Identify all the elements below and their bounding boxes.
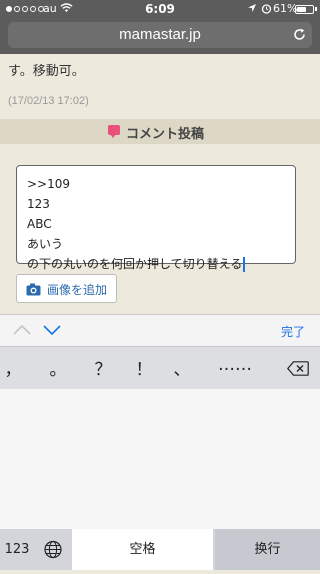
space-key[interactable]: 空格	[72, 529, 213, 570]
status-bar: au 6:09 61%	[0, 0, 320, 19]
add-image-button[interactable]: 画像を追加	[16, 274, 117, 303]
browser-chrome: au 6:09 61% mamastar.jp	[0, 0, 320, 54]
numbers-key[interactable]: 123	[0, 529, 34, 570]
candidate-area	[0, 389, 320, 525]
symbol-key[interactable]: ……	[210, 355, 260, 375]
textarea-line: あいう	[27, 237, 64, 251]
post-timestamp: (17/02/13 17:02)	[8, 95, 89, 107]
battery-nub	[315, 7, 317, 11]
url-text: mamastar.jp	[119, 26, 201, 43]
textarea-line: >>109	[27, 177, 71, 191]
keyboard-accessory-bar: 完了	[0, 314, 320, 346]
previous-field-icon[interactable]	[13, 324, 31, 336]
camera-icon	[26, 283, 41, 296]
keyboard-bottom-row: 123 空格 换行	[0, 529, 320, 570]
post-text-fragment: す。移動可。	[8, 64, 85, 79]
textarea-line-text: の下の丸いのを何回か押して切り替える	[27, 257, 243, 271]
battery-fill	[297, 7, 306, 12]
symbol-key[interactable]: ，	[0, 355, 33, 380]
symbol-key[interactable]: 。	[38, 355, 78, 380]
location-arrow-icon	[248, 4, 256, 12]
reload-icon[interactable]	[292, 27, 307, 42]
battery-icon	[295, 5, 314, 14]
symbol-key[interactable]: 、	[162, 355, 202, 380]
battery-percent: 61%	[273, 2, 298, 15]
globe-icon[interactable]	[36, 529, 70, 570]
text-caret	[243, 257, 246, 272]
return-key[interactable]: 换行	[215, 529, 320, 570]
add-image-label: 画像を追加	[47, 283, 108, 297]
symbol-key[interactable]: ！	[124, 355, 164, 380]
section-title: コメント投稿	[126, 127, 205, 142]
comment-textarea[interactable]: >>109 123 ABC あいう の下の丸いのを何回か押して切り替える	[16, 165, 296, 272]
comment-bubble-icon	[108, 125, 120, 138]
next-field-icon[interactable]	[43, 324, 61, 336]
clock: 6:09	[145, 2, 175, 16]
textarea-line: 123	[27, 197, 50, 211]
alarm-icon	[261, 4, 272, 14]
keyboard: ， 。 ？ ！ 、 …… 123 空格 换行	[0, 346, 320, 570]
symbol-row: ， 。 ？ ！ 、 ……	[0, 347, 320, 389]
done-button[interactable]: 完了	[281, 323, 305, 340]
textarea-line: ABC	[27, 217, 52, 231]
url-bar[interactable]: mamastar.jp	[8, 22, 312, 48]
delete-icon[interactable]	[287, 361, 309, 376]
textarea-last-line: の下の丸いのを何回か押して切り替える	[27, 254, 285, 274]
symbol-key[interactable]: ？	[83, 355, 123, 380]
comment-section-header: コメント投稿	[0, 119, 320, 144]
